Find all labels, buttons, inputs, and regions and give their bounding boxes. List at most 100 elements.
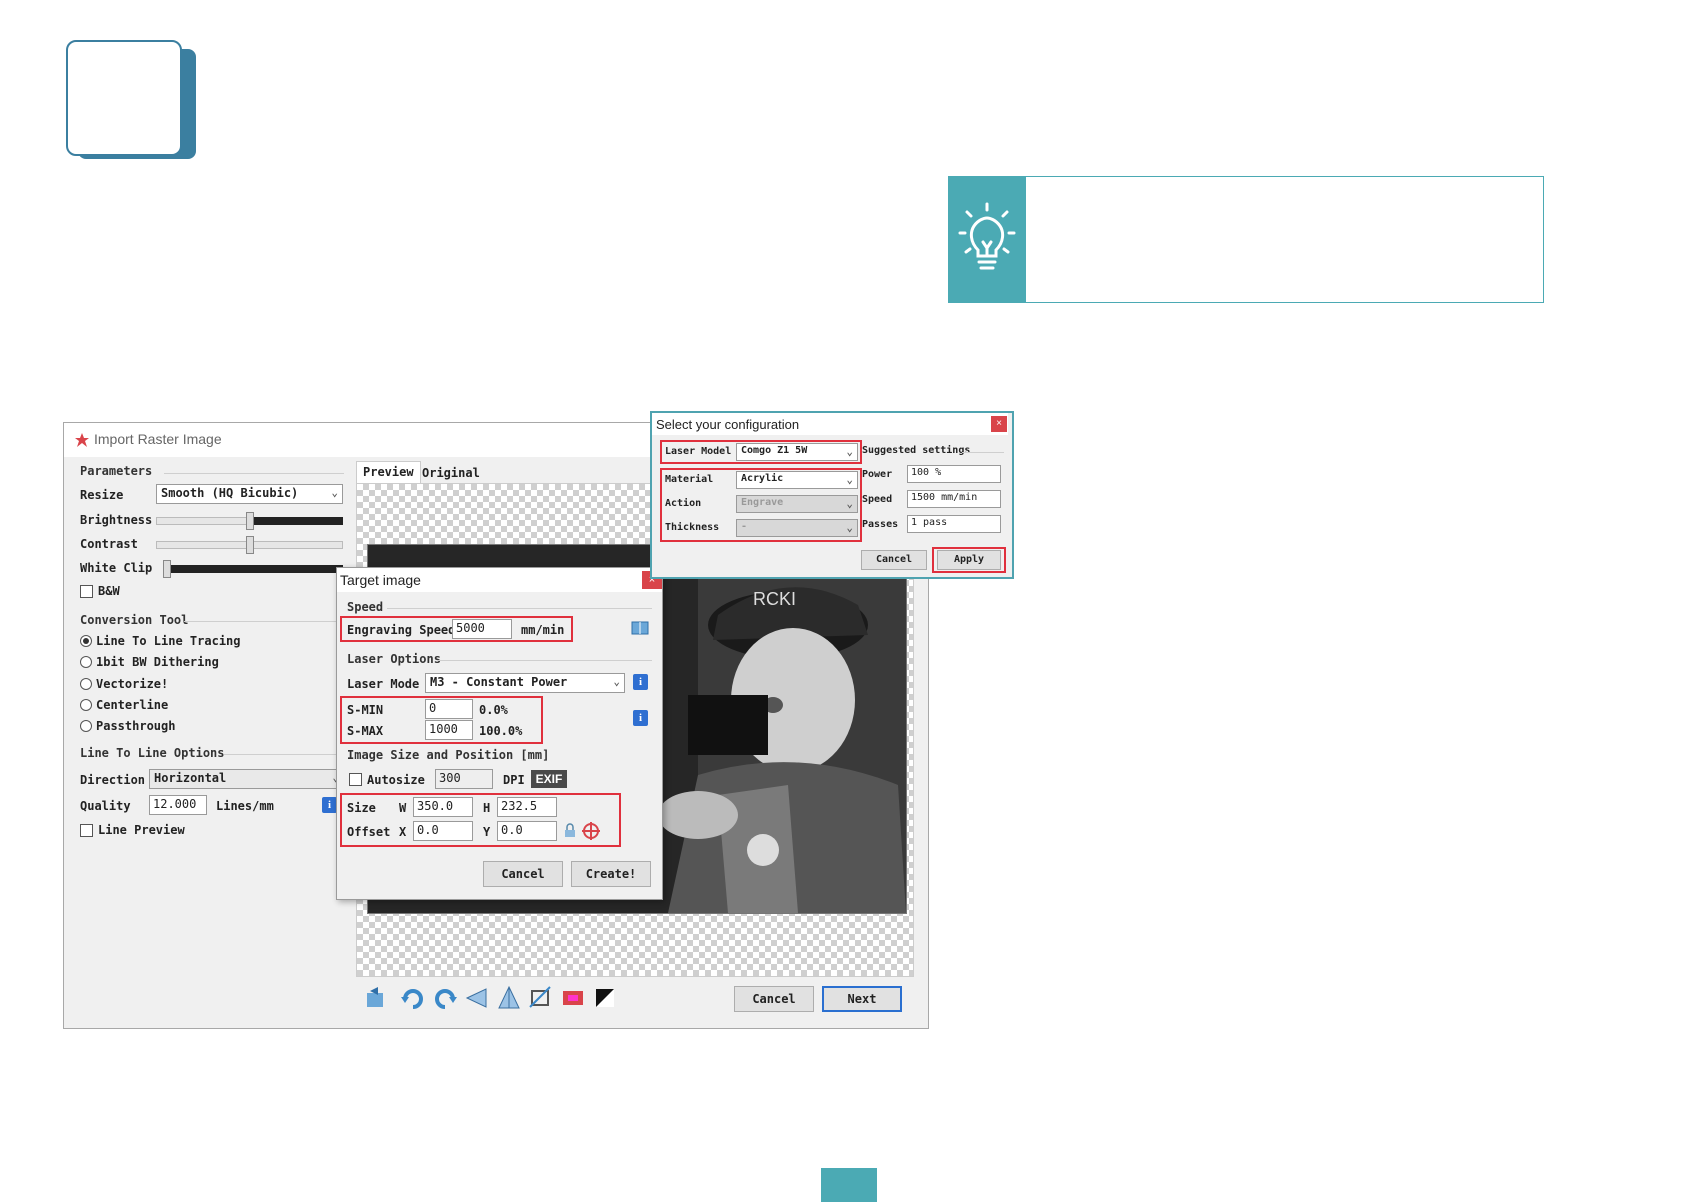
rotate-ccw-icon[interactable] (400, 985, 426, 1011)
material-select[interactable]: Acrylic ⌄ (736, 471, 858, 489)
flip-horizontal-icon[interactable] (464, 985, 490, 1011)
direction-value: Horizontal (154, 771, 227, 785)
window-title: Import Raster Image (94, 431, 222, 447)
info-icon[interactable]: i (322, 797, 337, 813)
action-select[interactable]: Engrave ⌄ (736, 495, 858, 513)
dialog-cancel-button[interactable]: Cancel (483, 861, 563, 887)
laser-mode-select[interactable]: M3 - Constant Power ⌄ (425, 673, 625, 693)
brightness-track (156, 517, 251, 525)
flip-vertical-icon[interactable] (496, 985, 522, 1011)
quality-label: Quality (80, 799, 131, 813)
white-clip-label: White Clip (80, 561, 153, 575)
offset-x-input[interactable]: 0.0 (413, 821, 473, 841)
chevron-down-icon: ⌄ (846, 473, 853, 486)
smin-percent: 0.0% (479, 703, 508, 717)
lightbulb-icon (958, 202, 1016, 270)
dpi-input[interactable]: 300 (435, 769, 493, 789)
w-label: W (399, 801, 407, 815)
radio-1bit-dithering[interactable] (80, 656, 92, 668)
radio-vectorize[interactable] (80, 678, 92, 690)
direction-label: Direction (80, 773, 146, 787)
line-preview-checkbox[interactable] (80, 824, 93, 837)
thickness-select[interactable]: - ⌄ (736, 519, 858, 537)
tab-preview[interactable]: Preview (356, 461, 421, 483)
laser-model-select[interactable]: Comgo Z1 5W ⌄ (736, 443, 858, 461)
conversion-option-label: Vectorize! (96, 677, 169, 691)
book-icon[interactable] (631, 620, 649, 636)
rotate-cw-icon[interactable] (432, 985, 458, 1011)
conversion-option-label: Centerline (96, 698, 169, 712)
smin-label: S-MIN (347, 703, 384, 717)
resize-select[interactable]: Smooth (HQ Bicubic) ⌄ (156, 484, 343, 504)
smax-input[interactable]: 1000 (425, 720, 473, 740)
power-label: Power (862, 469, 893, 480)
conversion-option-label: 1bit BW Dithering (96, 655, 219, 669)
laser-logo-icon (75, 433, 89, 447)
config-cancel-button[interactable]: Cancel (861, 550, 927, 570)
invert-icon[interactable] (592, 985, 618, 1011)
divider (224, 754, 344, 755)
material-label: Material (665, 474, 714, 485)
reset-icon[interactable] (364, 985, 390, 1011)
bw-checkbox[interactable] (80, 585, 93, 598)
height-input[interactable]: 232.5 (497, 797, 557, 817)
smax-percent: 100.0% (479, 724, 523, 738)
bw-label: B&W (98, 584, 120, 598)
brightness-fill (251, 517, 343, 525)
auto-crop-icon[interactable] (560, 985, 586, 1011)
engraving-speed-input[interactable]: 5000 (452, 619, 512, 639)
size-label: Size (347, 801, 376, 815)
center-icon[interactable] (581, 821, 601, 841)
radio-line-to-line[interactable] (80, 635, 92, 647)
target-image-dialog: Target image × Speed Engraving Speed 500… (336, 567, 663, 900)
tip-box (948, 176, 1544, 303)
radio-passthrough[interactable] (80, 720, 92, 732)
cancel-button[interactable]: Cancel (734, 986, 814, 1012)
dpi-label: DPI (503, 773, 525, 787)
l2l-group-label: Line To Line Options (80, 746, 225, 760)
divider (184, 621, 344, 622)
line-preview-label: Line Preview (98, 823, 185, 837)
autosize-label: Autosize (367, 773, 425, 787)
quality-stepper[interactable]: 12.000 (149, 795, 207, 815)
crop-icon[interactable] (528, 985, 554, 1011)
offset-y-input[interactable]: 0.0 (497, 821, 557, 841)
x-label: X (399, 825, 407, 839)
speed-field: 1500 mm/min (907, 490, 1001, 508)
chevron-down-icon: ⌄ (613, 675, 620, 688)
width-input[interactable]: 350.0 (413, 797, 473, 817)
passes-label: Passes (862, 519, 899, 530)
lock-icon[interactable] (562, 823, 578, 839)
tab-original[interactable]: Original (416, 463, 486, 485)
next-button[interactable]: Next (822, 986, 902, 1012)
step-number-box (66, 40, 182, 156)
create-button[interactable]: Create! (571, 861, 651, 887)
radio-centerline[interactable] (80, 699, 92, 711)
info-icon[interactable]: i (633, 674, 648, 690)
thickness-value: - (741, 521, 748, 532)
autosize-checkbox[interactable] (349, 773, 362, 786)
exif-button[interactable]: EXIF (531, 770, 567, 788)
smin-input[interactable]: 0 (425, 699, 473, 719)
config-titlebar: Select your configuration × (652, 413, 1008, 435)
info-icon[interactable]: i (633, 710, 648, 726)
engraving-speed-unit: mm/min (521, 623, 565, 637)
divider (164, 473, 344, 474)
action-label: Action (665, 498, 702, 509)
chevron-down-icon: ⌄ (846, 521, 853, 534)
power-field: 100 % (907, 465, 1001, 483)
passes-field: 1 pass (907, 515, 1001, 533)
contrast-slider-thumb[interactable] (246, 536, 254, 554)
resize-label: Resize (80, 488, 124, 502)
contrast-label: Contrast (80, 537, 138, 551)
white-clip-slider-thumb[interactable] (163, 560, 171, 578)
brightness-slider-thumb[interactable] (246, 512, 254, 530)
apply-button[interactable]: Apply (937, 550, 1001, 570)
direction-select[interactable]: Horizontal ⌄ (149, 769, 344, 789)
svg-text:RCKI: RCKI (753, 589, 796, 609)
divider (437, 660, 652, 661)
dialog-title: Target image (340, 572, 421, 588)
speed-group-label: Speed (347, 600, 384, 614)
close-icon[interactable]: × (991, 416, 1007, 432)
suggested-group-label: Suggested settings (862, 445, 971, 456)
